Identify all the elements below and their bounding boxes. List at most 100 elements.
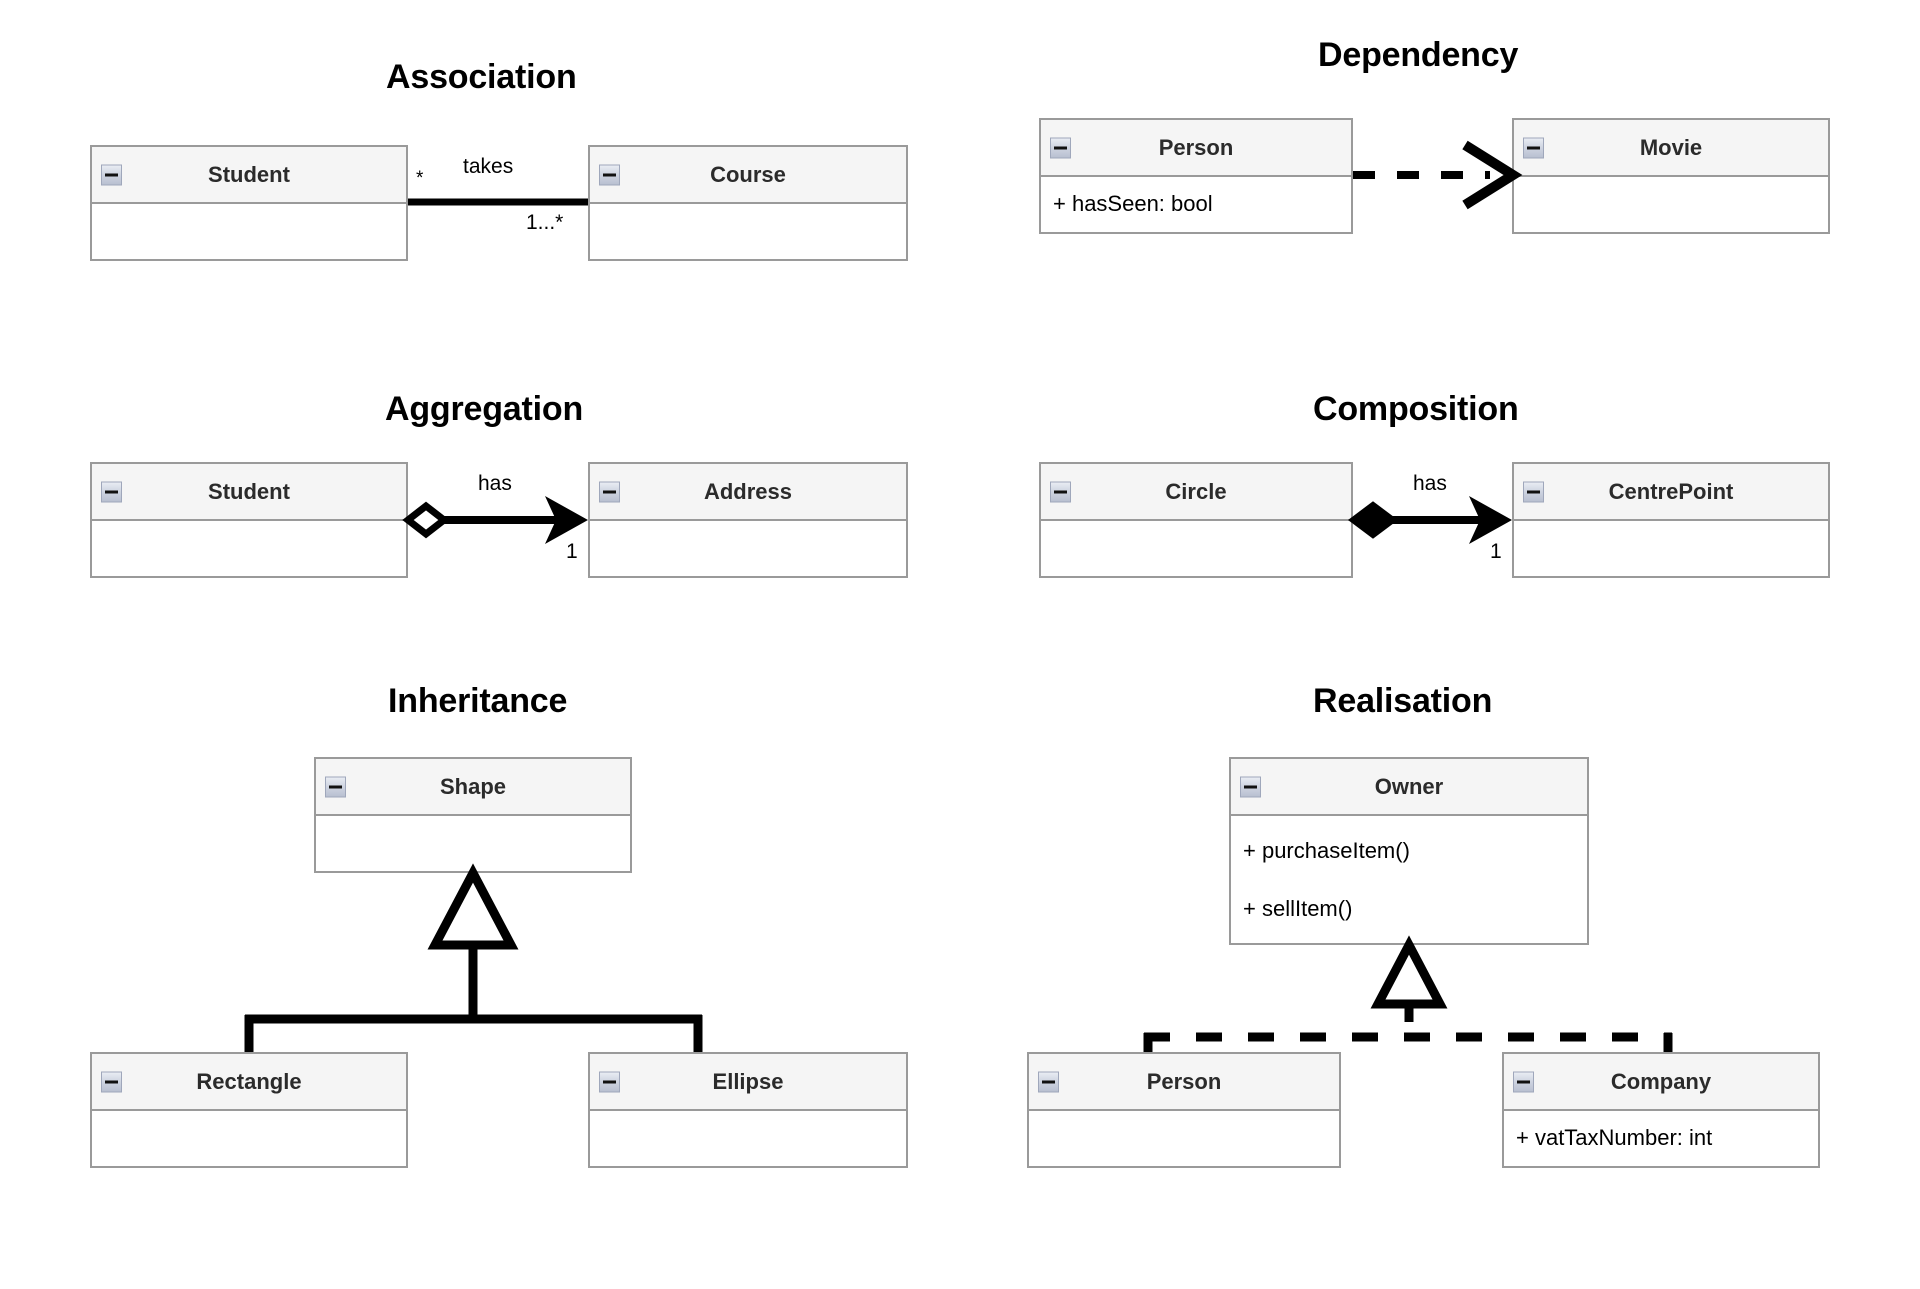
collapse-minus-icon[interactable] [1038,1071,1059,1092]
class-box-centrepoint-composition[interactable]: CentrePoint [1512,462,1830,578]
class-box-rectangle-inheritance[interactable]: Rectangle [90,1052,408,1168]
aggregation-target-multiplicity: 1 [566,540,578,563]
class-name: Person [1146,1068,1222,1094]
collapse-minus-icon[interactable] [325,776,346,797]
class-members [590,521,906,576]
class-name: Person [1158,134,1234,160]
collapse-minus-icon[interactable] [101,481,122,502]
class-box-course-association[interactable]: Course [588,145,908,261]
class-members [92,204,406,259]
class-name: CentrePoint [1608,478,1734,504]
class-members: + purchaseItem() + sellItem() [1231,816,1587,943]
class-box-circle-composition[interactable]: Circle [1039,462,1353,578]
association-target-multiplicity: 1...* [526,211,564,234]
class-header: Circle [1041,464,1351,521]
class-name: Movie [1639,134,1703,160]
class-box-person-realisation[interactable]: Person [1027,1052,1341,1168]
class-box-movie-dependency[interactable]: Movie [1512,118,1830,234]
composition-edge-label: has [1413,472,1447,495]
solid-arrowhead-icon [545,496,588,544]
association-source-multiplicity: * [416,168,424,189]
class-header: Shape [316,759,630,816]
class-members [316,816,630,871]
class-header: Person [1041,120,1351,177]
class-header: Student [92,464,406,521]
section-title-composition: Composition [1313,390,1519,428]
class-members [92,521,406,576]
class-name: Student [208,161,290,187]
class-header: Person [1029,1054,1339,1111]
section-title-association: Association [386,58,577,96]
solid-arrowhead-icon [1469,496,1512,544]
edge-dependency [1353,140,1523,210]
class-member: + vatTaxNumber: int [1516,1125,1713,1150]
collapse-minus-icon[interactable] [1050,481,1071,502]
class-header: Ellipse [590,1054,906,1111]
section-title-aggregation: Aggregation [385,390,584,428]
section-title-realisation: Realisation [1313,682,1493,720]
uml-diagram-canvas: Association Student Course * takes 1...*… [0,0,1920,1289]
class-box-company-realisation[interactable]: Company + vatTaxNumber: int [1502,1052,1820,1168]
composition-target-multiplicity: 1 [1490,540,1502,563]
aggregation-edge-label: has [478,472,512,495]
collapse-minus-icon[interactable] [101,1071,122,1092]
class-members [1029,1111,1339,1166]
class-name: Company [1610,1068,1712,1094]
class-name: Rectangle [196,1068,302,1094]
class-header: CentrePoint [1514,464,1828,521]
association-edge-label: takes [463,155,514,178]
collapse-minus-icon[interactable] [599,164,620,185]
class-box-student-aggregation[interactable]: Student [90,462,408,578]
collapse-minus-icon[interactable] [1523,137,1544,158]
class-box-person-dependency[interactable]: Person + hasSeen: bool [1039,118,1353,234]
class-member: + purchaseItem() [1243,838,1410,863]
class-members [1041,521,1351,576]
class-members [1514,521,1828,576]
collapse-minus-icon[interactable] [101,164,122,185]
collapse-minus-icon[interactable] [1050,137,1071,158]
collapse-minus-icon[interactable] [599,481,620,502]
class-name: Shape [439,773,507,799]
class-name: Circle [1165,478,1227,504]
class-header: Address [590,464,906,521]
class-header: Movie [1514,120,1828,177]
section-title-dependency: Dependency [1318,36,1519,74]
class-box-owner-realisation[interactable]: Owner + purchaseItem() + sellItem() [1229,757,1589,945]
class-box-address-aggregation[interactable]: Address [588,462,908,578]
class-members [590,1111,906,1166]
edge-composition [1348,496,1512,544]
class-box-student-association[interactable]: Student [90,145,408,261]
collapse-minus-icon[interactable] [1240,776,1261,797]
edge-inheritance [244,863,703,1052]
class-name: Ellipse [712,1068,784,1094]
hollow-diamond-icon [402,501,450,539]
class-header: Owner [1231,759,1587,816]
class-name: Owner [1374,773,1444,799]
hollow-triangle-icon [427,863,519,950]
class-member: + sellItem() [1243,896,1353,921]
class-header: Company [1504,1054,1818,1111]
class-header: Student [92,147,406,204]
collapse-minus-icon[interactable] [599,1071,620,1092]
edge-realisation [1143,935,1673,1052]
class-members [92,1111,406,1166]
class-name: Student [208,478,290,504]
open-arrowhead-icon [1462,140,1523,210]
collapse-minus-icon[interactable] [1523,481,1544,502]
class-name: Address [703,478,793,504]
class-members [1514,177,1828,232]
collapse-minus-icon[interactable] [1513,1071,1534,1092]
class-members: + hasSeen: bool [1041,177,1351,232]
class-box-shape-inheritance[interactable]: Shape [314,757,632,873]
class-members: + vatTaxNumber: int [1504,1111,1818,1166]
class-header: Course [590,147,906,204]
edge-aggregation [402,496,588,544]
filled-diamond-icon [1348,501,1398,539]
class-box-ellipse-inheritance[interactable]: Ellipse [588,1052,908,1168]
section-title-inheritance: Inheritance [388,682,568,720]
hollow-triangle-icon [1370,935,1448,1009]
class-header: Rectangle [92,1054,406,1111]
class-name: Course [710,161,786,187]
class-members [590,204,906,259]
class-member: + hasSeen: bool [1053,191,1213,216]
